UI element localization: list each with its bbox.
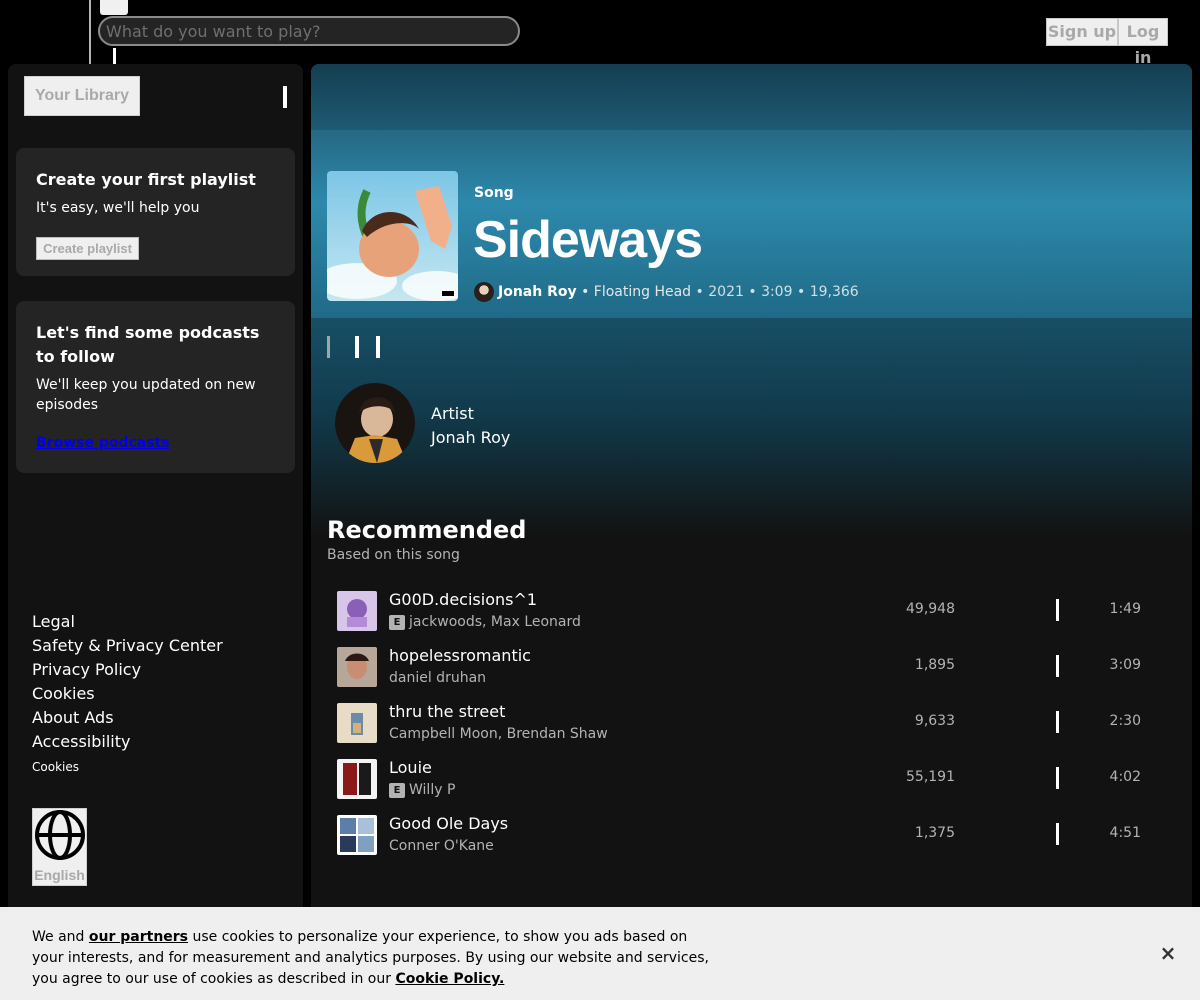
track-thumbnail [337,591,377,631]
footer-link-cookies[interactable]: Cookies [32,682,223,706]
artist-section-label: Artist [431,404,474,423]
track-like-button[interactable] [1056,655,1059,677]
track-like-button[interactable] [1056,823,1059,845]
track-artists: Ejackwoods, Max Leonard [389,612,581,632]
song-duration: 3:09 [761,284,793,300]
track-thumbnail [337,703,377,743]
meta-separator: • [581,284,590,300]
more-options-button[interactable] [376,336,380,358]
card-title: Let's find some podcasts to follow [36,323,260,366]
track-plays: 55,191 [906,769,955,785]
track-name[interactable]: G00D.decisions^1 [389,589,537,611]
footer-link-accessibility[interactable]: Accessibility [32,730,223,754]
footer-link-privacy-policy[interactable]: Privacy Policy [32,658,223,682]
track-plays: 9,633 [914,713,955,729]
top-bar: Sign up Log in [0,0,1200,67]
track-plays: 1,375 [914,825,955,841]
track-row[interactable]: Good Ole Days Conner O'Kane 1,375 4:51 [327,807,1175,863]
meta-separator: • [796,284,806,300]
track-like-button[interactable] [1056,599,1059,621]
track-duration: 4:51 [1109,825,1141,841]
track-name[interactable]: thru the street [389,701,505,723]
globe-icon [35,810,85,860]
like-button[interactable] [355,336,359,358]
recommended-subtitle: Based on this song [327,547,460,563]
language-label: English [34,867,85,883]
album-cover [327,171,458,301]
close-icon[interactable]: × [1158,941,1178,965]
artist-image[interactable] [335,383,415,463]
footer-link-cookies-settings[interactable]: Cookies [32,758,223,776]
explicit-badge: E [389,783,405,798]
track-duration: 1:49 [1109,601,1141,617]
meta-separator: • [748,284,757,300]
track-duration: 2:30 [1109,713,1141,729]
main-content: Song Sideways Jonah Roy • Floating Head … [311,64,1192,914]
cookie-text: We and our partners use cookies to perso… [32,929,709,987]
track-thumbnail [337,647,377,687]
item-type-label: Song [474,185,514,201]
track-plays: 49,948 [906,601,955,617]
recommended-title: Recommended [327,516,527,544]
track-name[interactable]: Louie [389,757,432,779]
footer-link-legal[interactable]: Legal [32,610,223,634]
track-thumbnail [337,815,377,855]
footer-links: Legal Safety & Privacy Center Privacy Po… [32,610,223,776]
browse-podcasts-link[interactable]: Browse podcasts [36,435,170,451]
release-year: 2021 [708,284,744,300]
cookie-banner: We and our partners use cookies to perso… [0,907,1200,1000]
track-duration: 3:09 [1109,657,1141,673]
language-button[interactable]: English [32,808,87,886]
podcasts-card: Let's find some podcasts to follow We'll… [16,301,295,473]
header-band [311,64,1192,130]
artist-avatar [474,282,494,302]
song-title: Sideways [473,211,703,269]
create-playlist-button[interactable]: Create playlist [36,237,139,260]
track-row[interactable]: G00D.decisions^1 Ejackwoods, Max Leonard… [327,583,1175,639]
track-like-button[interactable] [1056,711,1059,733]
footer-link-about-ads[interactable]: About Ads [32,706,223,730]
signup-button[interactable]: Sign up [1046,18,1118,46]
login-button[interactable]: Log in [1118,18,1168,67]
your-library-button[interactable]: Your Library [24,76,140,116]
home-button[interactable] [100,0,128,15]
track-artists: Conner O'Kane [389,838,494,854]
track-name[interactable]: hopelessromantic [389,645,531,667]
track-artists: E Willy P [389,780,455,800]
song-meta: Jonah Roy • Floating Head • 2021 • 3:09 … [474,282,859,302]
card-title: Create your first playlist [36,170,256,189]
card-text: We'll keep you updated on new episodes [36,377,256,413]
track-row[interactable]: hopelessromantic daniel druhan 1,895 3:0… [327,639,1175,695]
our-partners-link[interactable]: our partners [89,929,188,945]
create-playlist-card: Create your first playlist It's easy, we… [16,148,295,276]
track-artists: daniel druhan [389,670,487,686]
track-thumbnail [337,759,377,799]
footer-link-safety-privacy[interactable]: Safety & Privacy Center [32,634,223,658]
track-row[interactable]: Louie E Willy P 55,191 4:02 [327,751,1175,807]
card-text: It's easy, we'll help you [36,200,200,216]
top-marker [113,48,116,64]
play-count: 19,366 [809,284,859,300]
cookie-policy-link[interactable]: Cookie Policy. [395,971,504,987]
search-input[interactable] [98,16,520,46]
sidebar: Your Library Create your first playlist … [8,64,303,914]
track-artists: Campbell Moon, Brendan Shaw [389,726,608,742]
track-name[interactable]: Good Ole Days [389,813,508,835]
track-row[interactable]: thru the street Campbell Moon, Brendan S… [327,695,1175,751]
artist-link[interactable]: Jonah Roy [498,284,577,300]
track-like-button[interactable] [1056,767,1059,789]
artist-section-name[interactable]: Jonah Roy [431,426,510,450]
top-divider [89,0,91,64]
explicit-badge: E [389,615,405,630]
library-expand-icon[interactable] [283,86,287,108]
track-duration: 4:02 [1109,769,1141,785]
meta-separator: • [695,284,704,300]
play-button[interactable] [327,336,330,358]
track-plays: 1,895 [914,657,955,673]
album-link[interactable]: Floating Head [594,284,691,300]
